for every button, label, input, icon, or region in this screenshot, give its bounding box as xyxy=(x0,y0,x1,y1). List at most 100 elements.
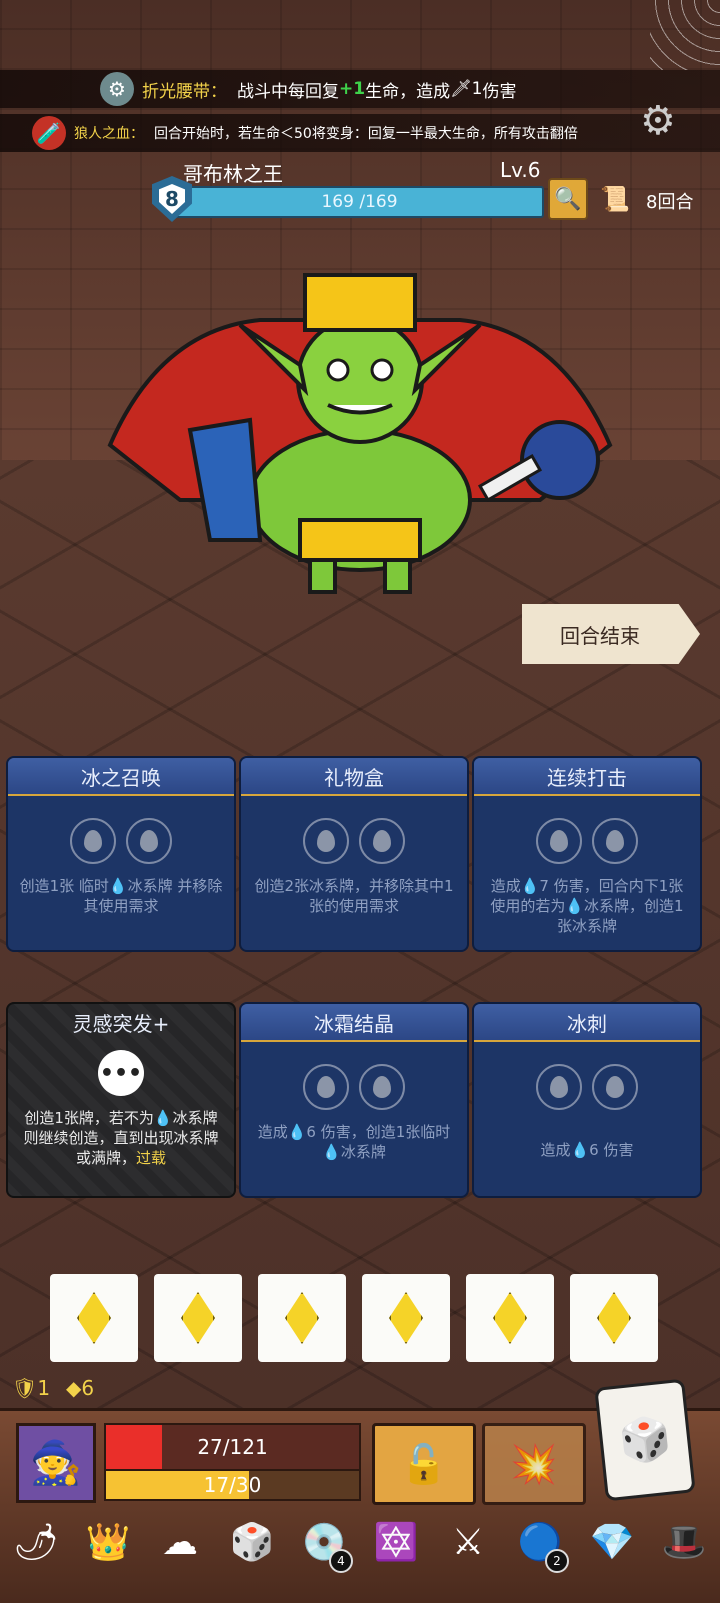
card-description: 造成💧7 伤害，回合内下1张使用的若为💧冰系牌，创造1张冰系牌 xyxy=(490,877,684,935)
player-hp-text: 27/121 xyxy=(197,1435,268,1459)
card-frost-crystal[interactable]: 冰霜结晶 造成💧6 伤害，创造1张临时💧冰系牌 xyxy=(239,1002,469,1198)
blue-orb-icon[interactable]: 🔵 2 xyxy=(513,1515,569,1573)
player-avatar[interactable]: 🧙 xyxy=(16,1423,96,1503)
mana-slot[interactable] xyxy=(570,1274,658,1362)
card-title: 冰霜结晶 xyxy=(241,1004,467,1042)
boss-hp-bar: 169 /169 xyxy=(175,186,544,218)
water-drop-icon xyxy=(592,1064,638,1110)
card-description: 创造2张冰系牌，并移除其中1张的使用需求 xyxy=(254,877,454,915)
turn-count: 8回合 xyxy=(646,192,694,213)
card-title: 灵感突发+ xyxy=(72,1011,170,1036)
armor-value: 1 xyxy=(37,1376,51,1400)
blood-bottle-icon: 🧪 xyxy=(32,116,66,150)
card-title: 冰之召唤 xyxy=(8,758,234,796)
water-drop-icon xyxy=(70,818,116,864)
lock-icon: 🔓 xyxy=(400,1441,448,1486)
yellow-diamond-icon xyxy=(389,1292,423,1344)
boss-level: Lv.6 xyxy=(500,158,541,182)
card-title: 礼物盒 xyxy=(241,758,467,796)
relic-status-werewolf: 🧪 狼人之血： 回合开始时，若生命＜50将变身：回复一半最大生命，所有攻击翻倍 xyxy=(0,114,720,152)
star-triangle-icon[interactable]: 🔯 xyxy=(369,1515,423,1569)
card-gift-box[interactable]: 礼物盒 创造2张冰系牌，并移除其中1张的使用需求 xyxy=(239,756,469,952)
water-drop-icon xyxy=(303,818,349,864)
relic-text: 回合开始时，若生命＜50将变身：回复一半最大生命，所有攻击翻倍 xyxy=(154,126,578,142)
card-cost xyxy=(474,818,700,864)
card-cost xyxy=(241,818,467,864)
card-description: 创造1张牌，若不为💧冰系牌则继续创造，直到出现冰系牌或满牌，过载 xyxy=(8,1096,234,1168)
heal-amount: +1 xyxy=(339,79,366,99)
armor-stat: 🛡1 xyxy=(12,1376,50,1400)
relic-badge: 4 xyxy=(329,1549,353,1573)
water-drop-icon xyxy=(359,1064,405,1110)
player-xp-text: 17/30 xyxy=(203,1473,262,1497)
card-title: 冰刺 xyxy=(474,1004,700,1042)
top-hat-icon[interactable]: 🎩 xyxy=(657,1515,711,1569)
relic-badge: 2 xyxy=(545,1549,569,1573)
diamond-icon: ◆ xyxy=(66,1376,82,1400)
player-hp-bar: 27/121 xyxy=(104,1423,361,1471)
relic-text: 伤害 xyxy=(482,81,517,102)
mana-slot[interactable] xyxy=(50,1274,138,1362)
splat-icon: 💥 xyxy=(510,1441,558,1486)
shield-icon: 🛡 xyxy=(12,1376,38,1400)
sword-shield-icon[interactable]: ⚔ xyxy=(441,1515,495,1569)
card-title: 连续打击 xyxy=(474,758,700,796)
card-description: 造成💧6 伤害，创造1张临时💧冰系牌 xyxy=(257,1123,451,1161)
relic-text: 生命，造成 xyxy=(365,81,451,102)
yellow-diamond-icon xyxy=(181,1292,215,1344)
sword-icon: 🗡 xyxy=(450,79,472,99)
card-combo-strike[interactable]: 连续打击 造成💧7 伤害，回合内下1张使用的若为💧冰系牌，创造1张冰系牌 xyxy=(472,756,702,952)
settings-gear-icon[interactable]: ⚙ xyxy=(640,98,676,144)
boss-shield-value: 8 xyxy=(159,184,185,214)
spiked-dice-icon[interactable]: 🎲 xyxy=(225,1515,279,1569)
mana-slot[interactable] xyxy=(154,1274,242,1362)
spider-web-decoration xyxy=(650,0,720,70)
lock-button[interactable]: 🔓 xyxy=(372,1423,476,1505)
end-turn-button[interactable]: 回合结束 xyxy=(522,604,700,664)
damage-amount: 1 xyxy=(471,79,483,99)
mana-slot[interactable] xyxy=(362,1274,450,1362)
water-drop-icon xyxy=(536,1064,582,1110)
water-drop-icon xyxy=(536,818,582,864)
mana-slot[interactable] xyxy=(258,1274,346,1362)
water-drop-icon xyxy=(592,818,638,864)
boss-info-button[interactable]: 🔍 xyxy=(548,178,588,220)
energy-value: 6 xyxy=(81,1376,95,1400)
card-ice-spike[interactable]: 冰刺 造成💧6 伤害 xyxy=(472,1002,702,1198)
yellow-diamond-icon xyxy=(597,1292,631,1344)
energy-stat: ◆6 xyxy=(66,1376,94,1400)
cloud-shell-icon[interactable]: ☁ xyxy=(153,1515,207,1569)
scroll-icon: 📜 xyxy=(600,185,630,213)
player-panel: 🧙 27/121 17/30 🔓 💥 🎲 🌶 👑 ☁ 🎲 💿 4 🔯 ⚔ 🔵 2 💎… xyxy=(0,1378,720,1603)
relic-name: 狼人之血： xyxy=(74,126,144,142)
card-ice-summon[interactable]: 冰之召唤 创造1张 临时💧冰系牌 并移除其使用需求 xyxy=(6,756,236,952)
skill-button[interactable]: 💥 xyxy=(482,1423,586,1505)
relic-status-belt: ⚙ 折光腰带： 战斗中每回复 +1 生命，造成 🗡 1 伤害 xyxy=(0,70,720,108)
card-inspiration-burst[interactable]: 灵感突发+ ••• 创造1张牌，若不为💧冰系牌则继续创造，直到出现冰系牌或满牌，… xyxy=(6,1002,236,1198)
red-gem-icon[interactable]: 💎 xyxy=(585,1515,639,1569)
dice-icon: 🎲 xyxy=(616,1412,674,1467)
dice-button[interactable]: 🎲 xyxy=(594,1378,696,1502)
card-cost xyxy=(474,1064,700,1110)
player-xp-bar: 17/30 xyxy=(104,1469,361,1501)
card-description: 造成💧6 伤害 xyxy=(540,1141,634,1159)
mana-slot[interactable] xyxy=(466,1274,554,1362)
yellow-diamond-icon xyxy=(77,1292,111,1344)
yellow-diamond-icon xyxy=(493,1292,527,1344)
water-drop-icon xyxy=(303,1064,349,1110)
goblin-king-boss[interactable] xyxy=(100,270,620,600)
disc-icon[interactable]: 💿 4 xyxy=(297,1515,353,1573)
card-description: 创造1张 临时💧冰系牌 并移除其使用需求 xyxy=(19,877,223,915)
relic-name: 折光腰带： xyxy=(142,81,227,102)
water-drop-icon xyxy=(359,818,405,864)
crown-icon[interactable]: 👑 xyxy=(81,1515,135,1569)
relic-text: 战斗中每回复 xyxy=(237,81,339,102)
pepper-icon[interactable]: 🌶 xyxy=(9,1515,63,1569)
card-cost xyxy=(8,818,234,864)
water-drop-icon xyxy=(126,818,172,864)
overload-keyword: 过载 xyxy=(136,1149,167,1167)
boss-hp-text: 169 /169 xyxy=(321,192,398,212)
card-description-text: 创造1张牌，若不为💧冰系牌则继续创造，直到出现冰系牌或满牌， xyxy=(23,1109,219,1167)
yellow-diamond-icon xyxy=(285,1292,319,1344)
ellipsis-icon: ••• xyxy=(98,1050,144,1096)
